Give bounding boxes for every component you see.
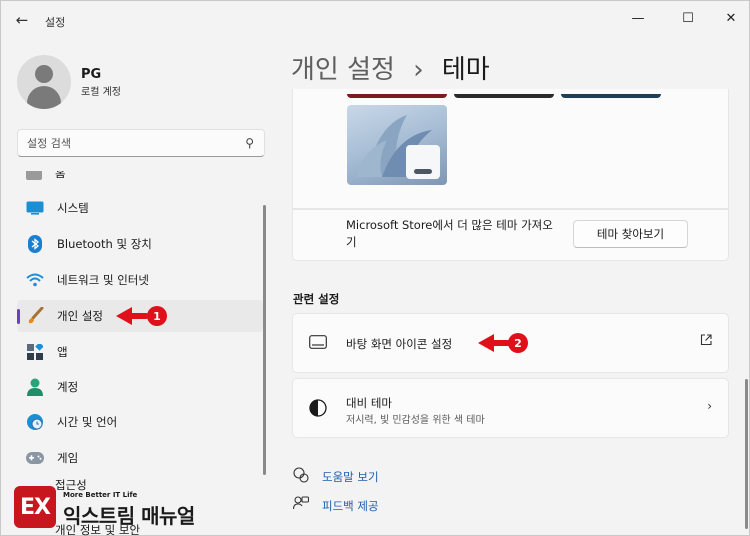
- apps-icon: [26, 343, 44, 361]
- brush-icon: [26, 307, 44, 325]
- watermark-tagline: More Better IT Life: [63, 491, 138, 499]
- watermark-name: 익스트림 매뉴얼: [63, 504, 195, 528]
- maximize-button[interactable]: ☐: [671, 5, 705, 31]
- content-scrollbar[interactable]: [745, 379, 748, 529]
- arrow-left-icon: ←: [15, 11, 29, 29]
- give-feedback-link[interactable]: 피드백 제공: [292, 496, 379, 515]
- account-type: 로컬 계정: [81, 87, 121, 98]
- sidebar-item-apps[interactable]: 앱: [17, 336, 263, 368]
- back-button[interactable]: ←: [11, 9, 33, 31]
- contrast-themes-subtitle: 저시력, 빛 민감성을 위한 색 테마: [346, 415, 485, 426]
- bluetooth-icon: [26, 235, 44, 253]
- sidebar-scrollbar[interactable]: [263, 205, 266, 475]
- watermark-logo: EX: [14, 486, 56, 528]
- annotation-marker-1: 1: [147, 306, 167, 326]
- related-settings-heading: 관련 설정: [293, 292, 340, 306]
- home-icon: [26, 171, 42, 180]
- theme-option[interactable]: [561, 94, 661, 98]
- sidebar-item-accounts[interactable]: 계정: [17, 371, 263, 403]
- selection-indicator: [17, 309, 20, 324]
- annotation-marker-2: 2: [508, 333, 528, 353]
- settings-window: ← 설정 — ☐ ✕ PG 로컬 계정 설정 검색 ⚲ 홈 시스템 Blueto…: [0, 0, 750, 536]
- breadcrumb-parent[interactable]: 개인 설정: [291, 55, 395, 85]
- theme-option[interactable]: [347, 94, 447, 98]
- breadcrumb-separator: ›: [413, 55, 424, 85]
- app-title: 설정: [45, 16, 66, 29]
- minimize-button[interactable]: —: [621, 5, 655, 31]
- wifi-icon: [26, 271, 44, 289]
- title-bar: ← 설정 — ☐ ✕: [1, 1, 749, 39]
- search-icon: ⚲: [245, 136, 254, 150]
- user-name: PG: [81, 67, 102, 82]
- sidebar-item-network[interactable]: 네트워크 및 인터넷: [17, 264, 263, 296]
- bloom-wallpaper-image: [357, 115, 440, 179]
- avatar[interactable]: [17, 55, 71, 109]
- theme-option[interactable]: [454, 94, 554, 98]
- minimize-icon: —: [631, 10, 645, 26]
- help-icon: [293, 467, 309, 486]
- theme-option-windows-light[interactable]: [347, 105, 447, 185]
- feedback-icon: [292, 496, 310, 515]
- annotation-arrow-1: [116, 307, 132, 325]
- clock-globe-icon: [26, 413, 44, 431]
- sidebar-item-gaming[interactable]: 게임: [17, 442, 263, 474]
- gamepad-icon: [26, 449, 44, 467]
- sidebar-item-bluetooth[interactable]: Bluetooth 및 장치: [17, 228, 263, 260]
- page-title: 개인 설정 › 테마: [291, 49, 490, 86]
- search-placeholder: 설정 검색: [27, 137, 71, 150]
- annotation-arrow-2: [478, 334, 494, 352]
- close-icon: ✕: [725, 10, 737, 26]
- sidebar-item-system[interactable]: 시스템: [17, 192, 263, 224]
- breadcrumb-current: 테마: [441, 55, 490, 85]
- system-monitor-icon: [26, 199, 44, 217]
- person-icon: [26, 378, 44, 396]
- maximize-icon: ☐: [682, 10, 694, 26]
- close-button[interactable]: ✕: [714, 5, 748, 31]
- sidebar-item-time-language[interactable]: 시간 및 언어: [17, 406, 263, 438]
- sidebar-item-home-partial[interactable]: 홈: [26, 171, 286, 183]
- browse-themes-button[interactable]: 테마 찾아보기: [573, 220, 688, 248]
- open-external-icon: [700, 334, 712, 349]
- store-description: Microsoft Store에서 더 많은 테마 가져오기: [346, 218, 553, 249]
- desktop-icon: [309, 335, 327, 349]
- search-input[interactable]: 설정 검색 ⚲: [17, 129, 265, 157]
- get-help-link[interactable]: 도움말 보기: [293, 467, 379, 486]
- desktop-icon-settings-title: 바탕 화면 아이콘 설정: [346, 337, 453, 351]
- contrast-themes-card[interactable]: 대비 테마 저시력, 빛 민감성을 위한 색 테마 ›: [292, 378, 729, 438]
- annotation-arrow-1-shaft: [129, 313, 149, 319]
- contrast-icon: [309, 399, 327, 417]
- contrast-themes-title: 대비 테마: [346, 396, 392, 410]
- chevron-right-icon: ›: [707, 399, 712, 413]
